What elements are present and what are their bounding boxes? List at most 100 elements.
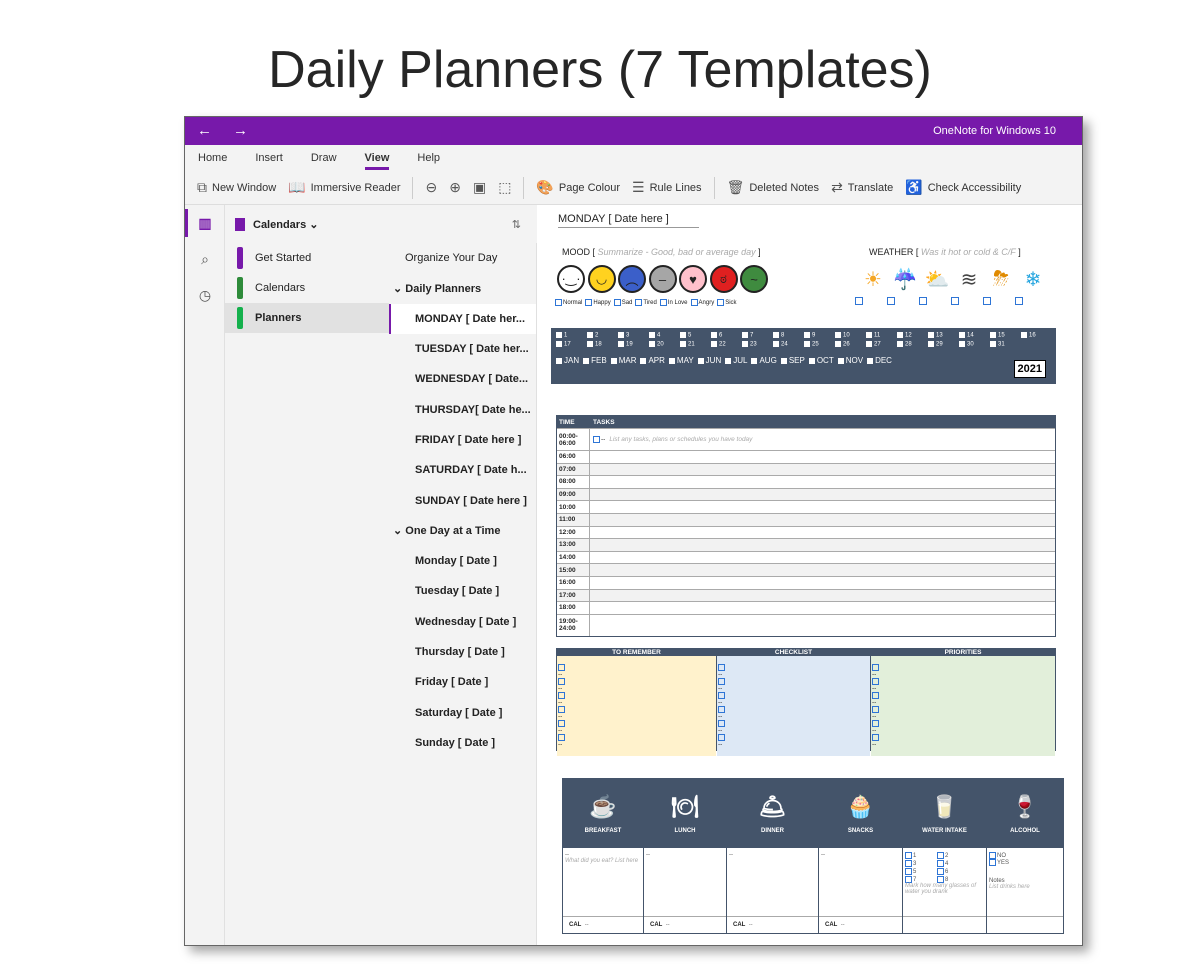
task-cell[interactable] [590,577,1055,589]
day-checkbox[interactable]: 5 [680,332,711,339]
task-cell[interactable] [590,476,1055,488]
page-friday-date[interactable]: Friday [ Date ] [389,667,536,697]
day-checkbox[interactable]: 17 [556,341,587,347]
task-cell[interactable] [590,552,1055,564]
mood-option-sick[interactable]: Sick [717,299,737,306]
to-remember-list[interactable]: -- -- -- -- -- -- [557,656,716,756]
list-item[interactable]: -- [718,734,869,748]
sort-icon[interactable]: ⇅ [512,218,521,231]
list-item[interactable]: -- [872,734,1054,748]
day-checkbox[interactable]: 25 [804,341,835,347]
zoom-in-button[interactable]: ⊕ [449,179,461,196]
water-glass-option[interactable]: 5 [905,868,937,875]
month-checkbox[interactable]: MAR [611,356,637,365]
list-item[interactable]: -- [872,664,1054,678]
day-checkbox[interactable]: 4 [649,332,680,339]
snacks-calories[interactable]: CAL -- [819,916,902,933]
water-glass-option[interactable]: 1 [905,852,937,859]
list-item[interactable]: -- [872,678,1054,692]
tab-help[interactable]: Help [417,148,440,168]
new-window-button[interactable]: ⧉ New Window [197,179,276,196]
day-checkbox[interactable]: 1 [556,332,587,339]
day-checkbox[interactable]: 16 [1021,332,1052,339]
page-tuesday[interactable]: TUESDAY [ Date her... [389,334,536,364]
page-sunday-date[interactable]: Sunday [ Date ] [389,728,536,758]
month-checkbox[interactable]: MAY [669,356,694,365]
table-row[interactable]: 07:00 [557,462,1055,476]
page-thursday[interactable]: THURSDAY[ Date he... [389,394,536,424]
month-checkbox[interactable]: AUG [751,356,776,365]
page-group-one-day[interactable]: ⌄ One Day at a Time [389,516,536,546]
table-row[interactable]: 06:00 [557,450,1055,463]
task-cell[interactable] [590,451,1055,463]
list-item[interactable]: -- [558,692,715,706]
day-checkbox[interactable]: 20 [649,341,680,347]
page-title[interactable]: MONDAY [ Date here ] [558,213,699,228]
water-glass-option[interactable]: 3 [905,860,937,867]
task-cell[interactable] [590,539,1055,551]
task-cell[interactable]: -- List any tasks, plans or schedules you… [590,429,1055,450]
notebooks-icon[interactable]: ▥ [185,205,225,241]
page-sunday[interactable]: SUNDAY [ Date here ] [389,485,536,515]
tab-draw[interactable]: Draw [311,148,337,168]
day-checkbox[interactable]: 21 [680,341,711,347]
day-checkbox[interactable]: 30 [959,341,990,347]
checklist-list[interactable]: -- -- -- -- -- -- [717,656,870,756]
list-item[interactable]: -- [718,678,869,692]
page-friday[interactable]: FRIDAY [ Date here ] [389,425,536,455]
task-cell[interactable] [590,464,1055,476]
back-arrow-icon[interactable]: ← [197,122,212,139]
list-item[interactable]: -- [872,692,1054,706]
immersive-reader-button[interactable]: 📖 Immersive Reader [288,179,400,196]
month-checkbox[interactable]: SEP [781,356,805,365]
water-glass-option[interactable]: 2 [937,852,969,859]
day-checkbox[interactable]: 8 [773,332,804,339]
page-saturday[interactable]: SATURDAY [ Date h... [389,455,536,485]
checkbox-icon[interactable] [1015,297,1023,305]
mood-option-in-love[interactable]: In Love [659,299,688,306]
water-glass-option[interactable]: 6 [937,868,969,875]
task-cell[interactable] [590,514,1055,526]
lunch-calories[interactable]: CAL -- [644,916,726,933]
tab-home[interactable]: Home [198,148,227,168]
mood-option-tired[interactable]: Tired [635,299,657,306]
rule-lines-button[interactable]: ☰ Rule Lines [632,179,702,196]
page-monday[interactable]: MONDAY [ Date her... [389,303,536,334]
dinner-notes[interactable]: -- [727,848,818,916]
page-wednesday-date[interactable]: Wednesday [ Date ] [389,607,536,637]
table-row[interactable]: 19:00-24:00 [557,613,1055,636]
day-checkbox[interactable]: 18 [587,341,618,347]
table-row[interactable]: 09:00 [557,487,1055,501]
day-checkbox[interactable]: 7 [742,332,773,339]
page-canvas[interactable]: MONDAY [ Date here ] MOOD [ Summarize - … [537,205,1082,945]
page-wednesday[interactable]: WEDNESDAY [ Date... [389,364,536,394]
checkbox-icon[interactable] [593,436,600,443]
list-item[interactable]: -- [872,706,1054,720]
day-checkbox[interactable]: 10 [835,332,866,339]
page-organize-your-day[interactable]: Organize Your Day [389,243,536,273]
page-colour-button[interactable]: 🎨 Page Colour [536,179,620,196]
day-checkbox[interactable]: 24 [773,341,804,347]
checkbox-icon[interactable] [919,297,927,305]
table-row[interactable]: 00:00-06:00 -- List any tasks, plans or s… [557,428,1055,450]
day-checkbox[interactable]: 6 [711,332,742,339]
breakfast-calories[interactable]: CAL -- [563,916,643,933]
checkbox-icon[interactable] [887,297,895,305]
month-checkbox[interactable]: NOV [838,356,863,365]
alcohol-no-option[interactable]: NO [989,852,1061,859]
mood-option-sad[interactable]: Sad [613,299,632,306]
day-checkbox[interactable]: 19 [618,341,649,347]
table-row[interactable]: 12:00 [557,525,1055,539]
task-cell[interactable] [590,501,1055,513]
day-checkbox[interactable]: 11 [866,332,897,339]
day-checkbox[interactable]: 2 [587,332,618,339]
list-item[interactable]: -- [718,692,869,706]
task-cell[interactable] [590,602,1055,614]
breakfast-notes[interactable]: -- What did you eat? List here [563,848,643,916]
translate-button[interactable]: ⇄ Translate [831,179,893,196]
list-item[interactable]: -- [718,664,869,678]
list-item[interactable]: -- [558,734,715,748]
checkbox-icon[interactable] [855,297,863,305]
day-checkbox[interactable]: 26 [835,341,866,347]
day-checkbox[interactable]: 31 [990,341,1021,347]
